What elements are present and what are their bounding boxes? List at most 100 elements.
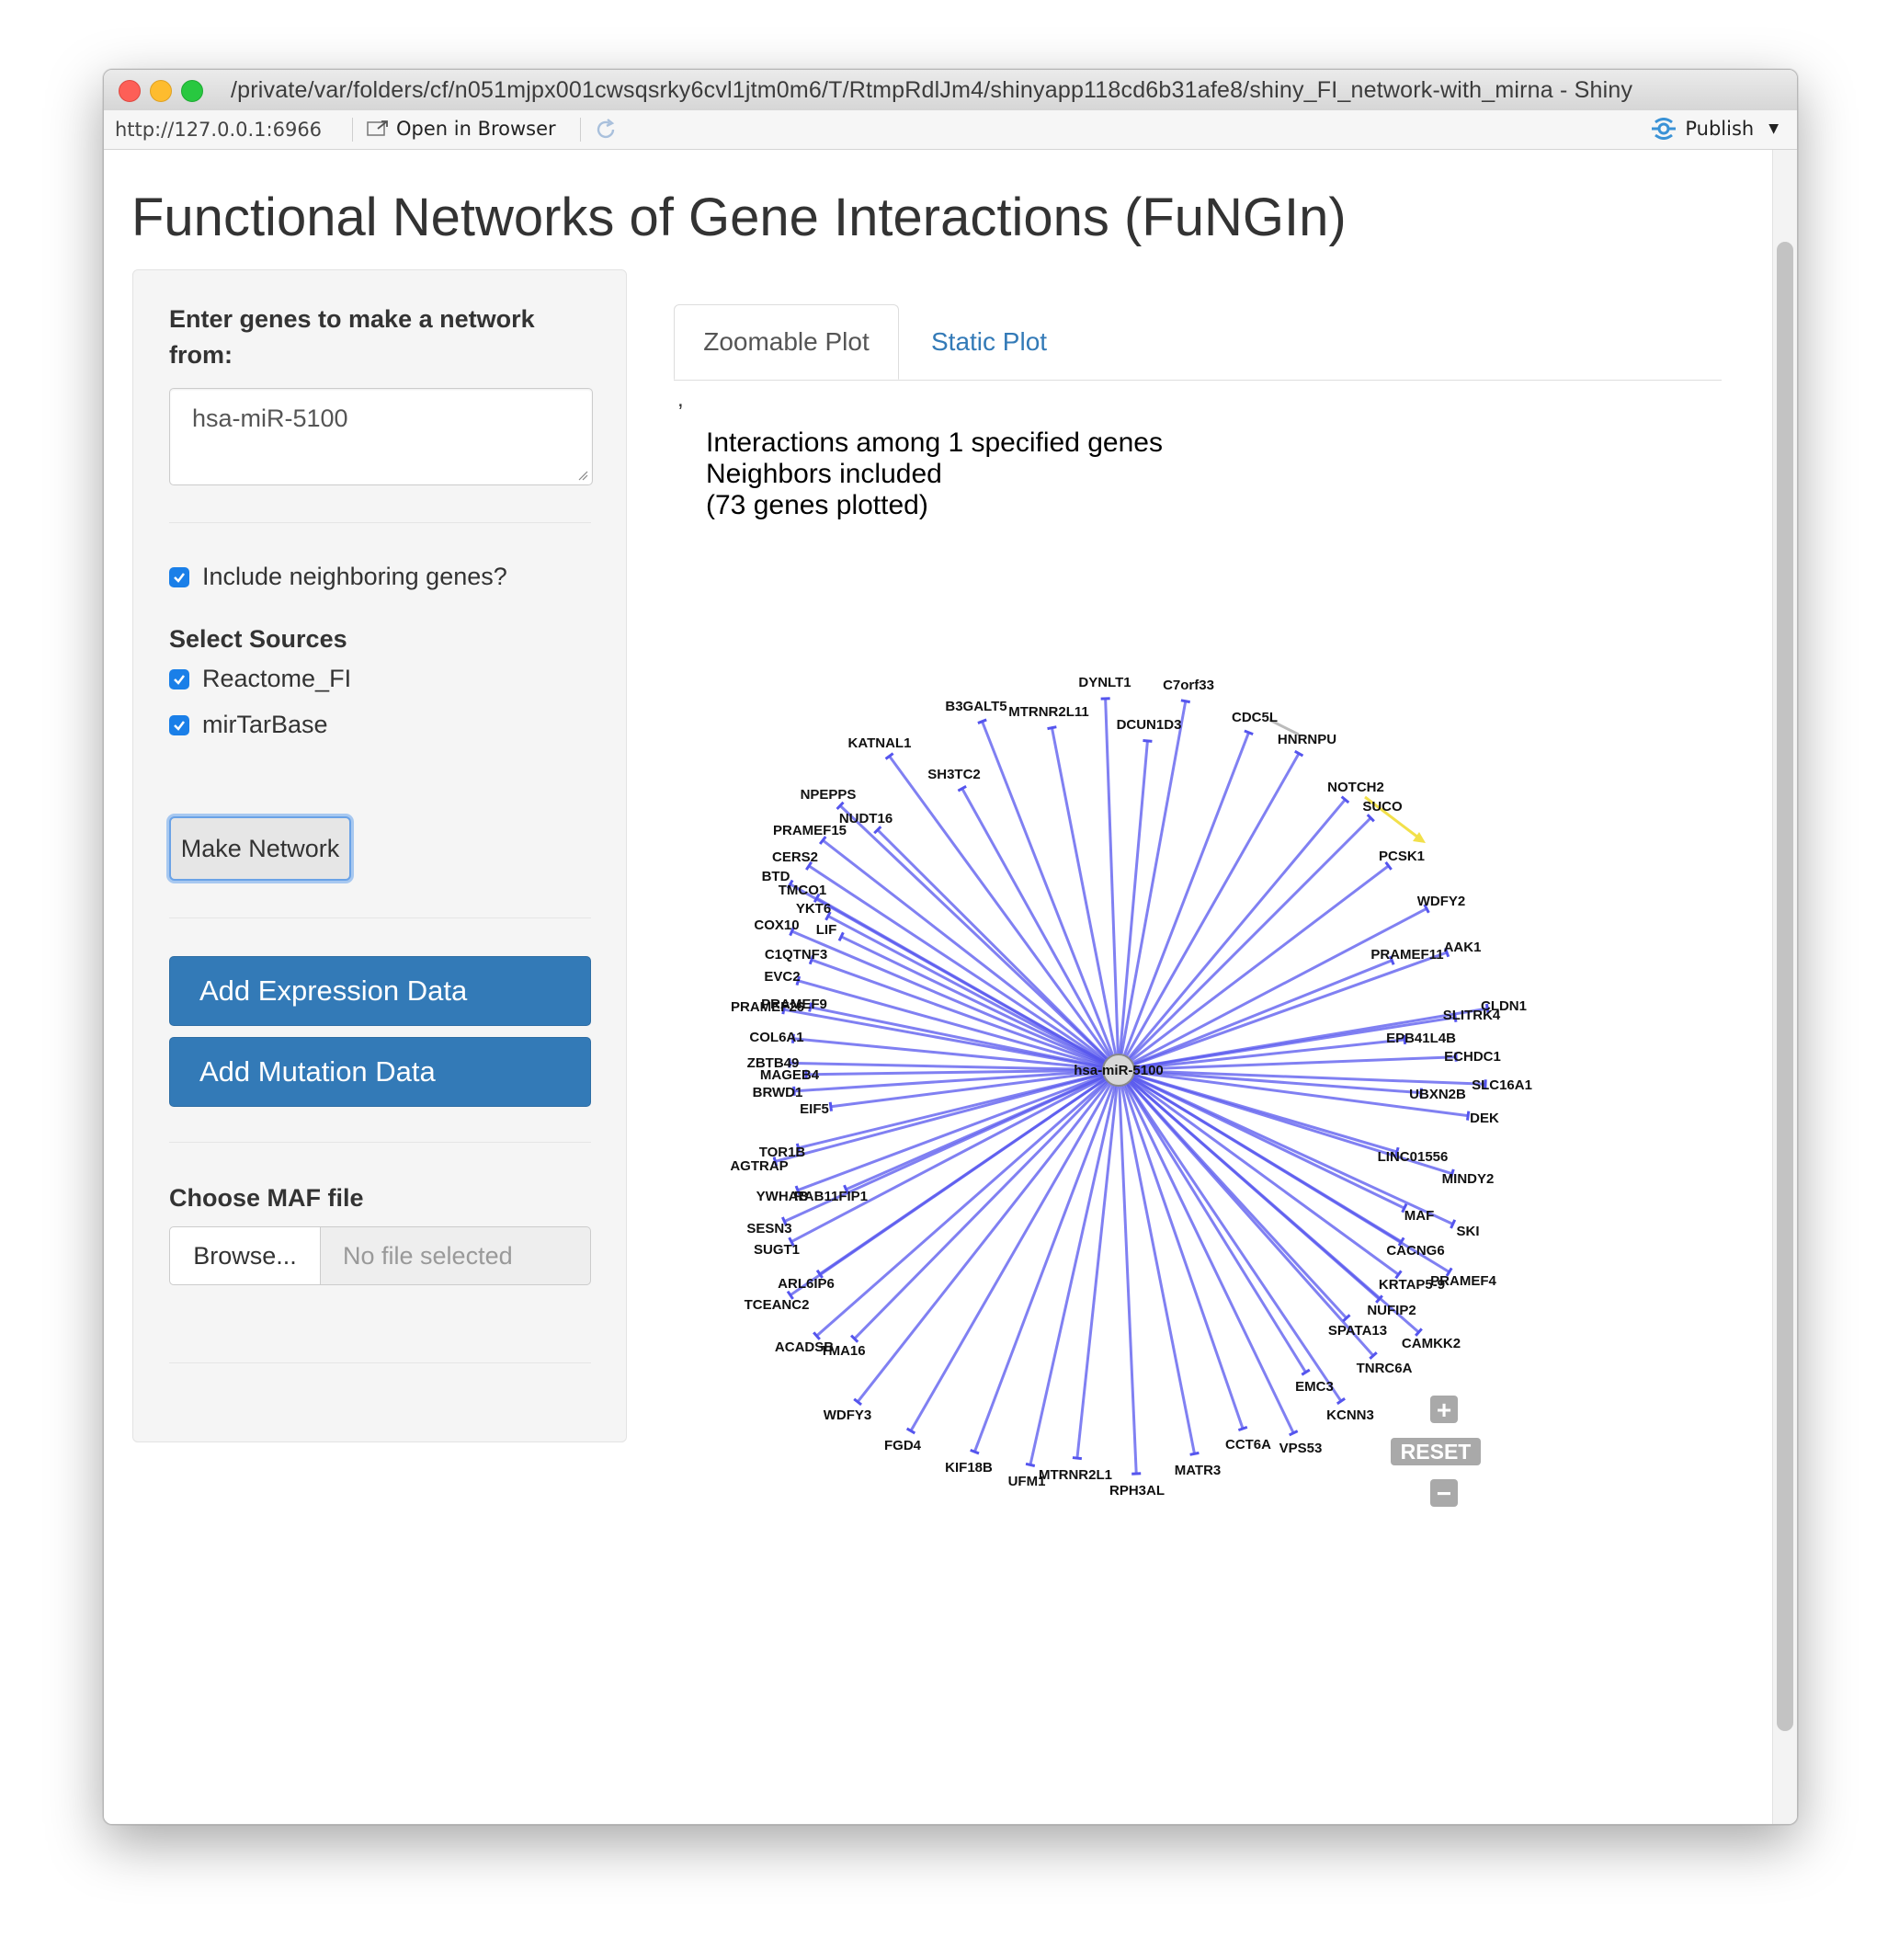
network-edge (1117, 740, 1149, 1071)
network-edge (811, 958, 1120, 1072)
gene-node-label[interactable]: TNRC6A (1357, 1361, 1413, 1376)
gene-node-label[interactable]: CACNG6 (1386, 1243, 1444, 1259)
vertical-scrollbar[interactable] (1772, 150, 1797, 1824)
window-title: /private/var/folders/cf/n051mjpx001cwsqs… (231, 77, 1633, 103)
gene-node-label[interactable]: PCSK1 (1379, 849, 1425, 864)
gene-node-label[interactable]: NUDT16 (839, 811, 893, 826)
gene-node-label[interactable]: C7orf33 (1163, 678, 1214, 693)
minimize-window-button[interactable] (150, 80, 172, 102)
edge-inhibition-marker (828, 1101, 833, 1111)
gene-node-label[interactable]: RAB11FIP1 (794, 1189, 868, 1204)
app-content: Functional Networks of Gene Interactions… (104, 150, 1772, 1824)
gene-node-label[interactable]: B3GALT5 (945, 699, 1006, 714)
gene-node-label[interactable]: EMC3 (1295, 1379, 1334, 1395)
close-window-button[interactable] (119, 80, 141, 102)
gene-node-label[interactable]: COL6A1 (749, 1030, 803, 1045)
gene-node-label[interactable]: AAK1 (1444, 940, 1482, 955)
open-in-browser-button[interactable]: Open in Browser (367, 118, 556, 140)
gene-node-label[interactable]: EIF5 (800, 1101, 829, 1117)
gene-node-label[interactable]: BRWD1 (753, 1085, 803, 1100)
scrollbar-thumb[interactable] (1777, 242, 1793, 1731)
refresh-icon[interactable] (593, 117, 619, 148)
window-titlebar: /private/var/folders/cf/n051mjpx001cwsqs… (104, 70, 1797, 111)
gene-node-label[interactable]: FGD4 (884, 1438, 922, 1453)
center-node-label: hsa-miR-5100 (1074, 1063, 1164, 1078)
gene-node-label[interactable]: NUFIP2 (1367, 1303, 1416, 1318)
gene-node-label[interactable]: MINDY2 (1442, 1171, 1495, 1187)
gene-node-label[interactable]: KATNAL1 (848, 735, 912, 751)
gene-node-label[interactable]: WDFY3 (824, 1407, 872, 1423)
gene-node-label[interactable]: CAMKK2 (1402, 1336, 1461, 1351)
gene-node-label[interactable]: SPATA13 (1328, 1323, 1387, 1339)
edge-inhibition-marker (1025, 1462, 1036, 1467)
gene-node-label[interactable]: PRAMEF26 (731, 999, 804, 1015)
gene-node-label[interactable]: MAGEB4 (760, 1067, 820, 1083)
gene-node-label[interactable]: MTRNR2L11 (1008, 704, 1089, 720)
zoom-in-button-label: + (1437, 1396, 1451, 1424)
gene-node-label[interactable]: DCUN1D3 (1117, 717, 1182, 733)
gene-node-label[interactable]: PRAMEF15 (773, 823, 847, 838)
edge-inhibition-marker (1189, 1451, 1200, 1456)
edge-inhibition-marker (837, 931, 845, 941)
gene-node-label[interactable]: HNRNPU (1278, 732, 1336, 747)
gene-node-label[interactable]: MATR3 (1175, 1463, 1222, 1478)
gene-node-label[interactable]: KCNN3 (1326, 1407, 1374, 1423)
gene-node-label[interactable]: KIF18B (945, 1460, 993, 1476)
gene-node-label[interactable]: SESN3 (746, 1221, 791, 1236)
gene-node-label[interactable]: SUCO (1362, 799, 1403, 815)
publish-label: Publish (1685, 118, 1755, 140)
gene-node-label[interactable]: SLC16A1 (1472, 1077, 1532, 1093)
gene-node-label[interactable]: LIF (816, 922, 837, 938)
edge-inhibition-marker (1244, 729, 1254, 735)
network-edge (789, 1068, 1120, 1297)
gene-node-label[interactable]: WDFY2 (1417, 894, 1466, 909)
gene-node-label[interactable]: SH3TC2 (927, 767, 981, 782)
gene-node-label[interactable]: AGTRAP (730, 1158, 788, 1174)
gene-node-label[interactable]: VPS53 (1279, 1441, 1323, 1456)
gene-node-label[interactable]: ARL6IP6 (778, 1276, 835, 1292)
edge-inhibition-marker (1047, 725, 1057, 731)
gene-node-label[interactable]: RPH3AL (1109, 1483, 1165, 1498)
publish-button[interactable]: Publish ▼ (1650, 118, 1779, 140)
edge-inhibition-marker (1072, 1456, 1083, 1461)
gene-node-label[interactable]: COX10 (754, 917, 799, 933)
gene-node-label[interactable]: CDC5L (1232, 710, 1278, 725)
edge-inhibition-marker (1143, 738, 1153, 743)
gene-node-label[interactable]: TMA16 (820, 1343, 865, 1359)
gene-node-label[interactable]: CCT6A (1225, 1437, 1271, 1453)
gene-node-label[interactable]: TCEANC2 (745, 1297, 810, 1313)
publish-icon (1652, 118, 1677, 140)
edge-inhibition-marker (1289, 1430, 1299, 1437)
gene-node-label[interactable]: YKT6 (796, 901, 831, 917)
gene-node-label[interactable]: PRAMEF11 (1370, 947, 1443, 963)
gene-node-label[interactable]: EPB41L4B (1386, 1031, 1456, 1046)
gene-node-label[interactable]: DEK (1470, 1111, 1499, 1126)
gene-node-label[interactable]: LINC01556 (1378, 1149, 1449, 1165)
toolbar-divider (580, 118, 581, 142)
edge-inhibition-marker (957, 784, 967, 792)
gene-node-label[interactable]: NOTCH2 (1327, 780, 1384, 795)
network-edge (888, 755, 1120, 1071)
zoom-window-button[interactable] (181, 80, 203, 102)
gene-node-label[interactable]: MAF (1404, 1208, 1435, 1224)
gene-node-label[interactable]: CERS2 (772, 849, 818, 865)
network-edge (1118, 959, 1393, 1072)
network-plot[interactable]: DYNLT1 C7orf33 B3GALT5 MTRNR2L11 DCUN1D3 CDC5… (104, 150, 1772, 1824)
gene-node-label[interactable]: NPEPPS (801, 787, 857, 803)
gene-node-label[interactable]: SLITRK4 (1443, 1008, 1501, 1023)
gene-node-label[interactable]: ECHDC1 (1444, 1049, 1501, 1065)
gene-node-label[interactable]: KRTAP5-9 (1379, 1277, 1445, 1293)
gene-node-label[interactable]: SKI (1456, 1224, 1479, 1239)
gene-node-label[interactable]: UBXN2B (1409, 1087, 1466, 1102)
zoom-out-button-label: − (1437, 1479, 1451, 1508)
app-window: /private/var/folders/cf/n051mjpx001cwsqs… (103, 69, 1798, 1825)
gene-node-label[interactable]: DYNLT1 (1078, 675, 1131, 690)
gene-node-label[interactable]: SUGT1 (754, 1242, 800, 1258)
edge-inhibition-marker (970, 1448, 980, 1455)
gene-node-label[interactable]: TMCO1 (779, 883, 827, 898)
gene-node-label[interactable]: EVC2 (764, 969, 800, 985)
edge-inhibition-marker (1450, 1219, 1457, 1229)
gene-node-label[interactable]: C1QTNF3 (765, 947, 827, 963)
gene-node-label[interactable]: MTRNR2L1 (1039, 1467, 1112, 1483)
viewer-toolbar: http://127.0.0.1:6966 Open in Browser Pu… (104, 110, 1797, 150)
